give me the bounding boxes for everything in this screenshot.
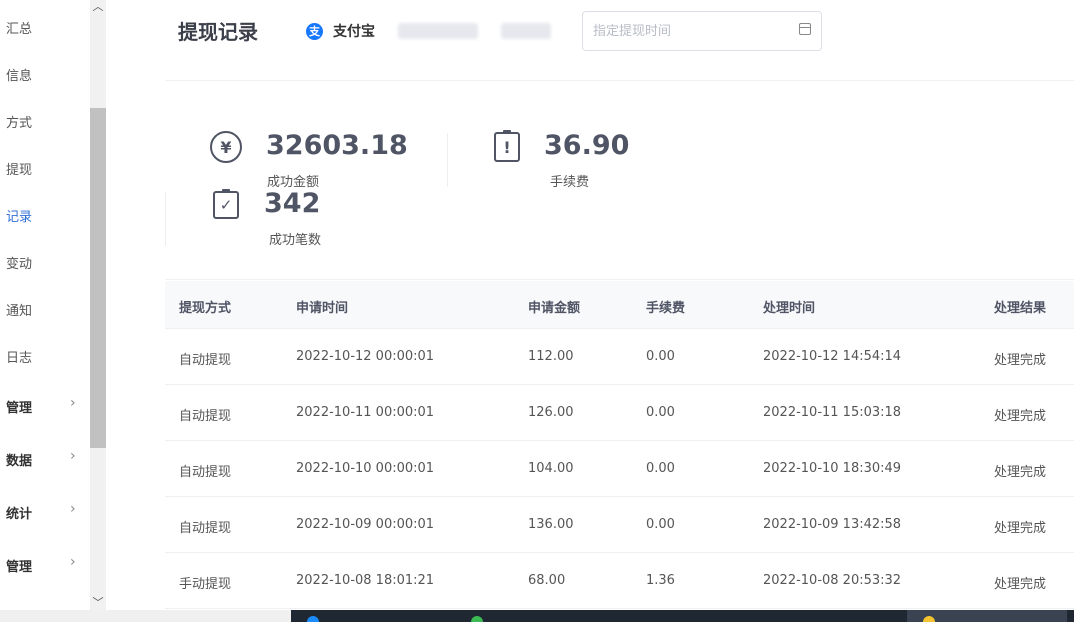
sidebar-group-management-2[interactable]: 管理 › <box>0 550 90 580</box>
cell-apply-time: 2022-10-10 00:00:01 <box>296 461 435 476</box>
stat-divider <box>447 133 448 187</box>
success-amount-value: 32603.18 <box>266 130 408 161</box>
sidebar-item-logs[interactable]: 日志 <box>0 341 90 371</box>
success-count-value: 342 <box>264 188 321 219</box>
sidebar-item-changes[interactable]: 变动 <box>0 247 90 277</box>
col-header-apply-amount[interactable]: 申请金额 <box>528 297 580 316</box>
col-header-process-time[interactable]: 处理时间 <box>763 297 815 316</box>
cell-method: 自动提现 <box>179 521 232 536</box>
clipboard-alert-icon: ! <box>494 130 520 162</box>
sidebar-group-statistics[interactable]: 统计 › <box>0 497 90 527</box>
col-header-result[interactable]: 处理结果 <box>994 297 1046 316</box>
sidebar-group-management[interactable]: 管理 › <box>0 391 90 421</box>
taskbar-app-icon[interactable] <box>923 616 935 622</box>
cell-apply-amount: 136.00 <box>528 517 574 532</box>
withdraw-records-table: 提现方式 申请时间 申请金额 手续费 处理时间 处理结果 自动提现 2022-1… <box>165 281 1074 609</box>
fee-value: 36.90 <box>544 130 630 161</box>
cell-process-time: 2022-10-09 13:42:58 <box>763 517 902 532</box>
col-header-apply-time[interactable]: 申请时间 <box>296 297 348 316</box>
col-header-fee[interactable]: 手续费 <box>646 297 685 316</box>
account-selector[interactable]: 支 支付宝 <box>306 21 551 41</box>
header-divider <box>165 80 1074 81</box>
stats-divider <box>165 279 1074 280</box>
taskbar-background <box>291 610 1074 622</box>
chevron-right-icon: › <box>70 395 76 411</box>
chevron-right-icon: › <box>70 554 76 570</box>
cell-process-time: 2022-10-11 15:03:18 <box>763 405 902 420</box>
account-name: 支付宝 <box>333 24 375 40</box>
clipboard-check-icon: ✓ <box>213 189 239 219</box>
redacted-block <box>398 23 478 39</box>
cell-result: 处理完成 <box>994 353 1047 368</box>
redacted-block <box>501 23 551 39</box>
taskbar-active-app[interactable] <box>907 610 1067 622</box>
cell-fee: 0.00 <box>646 461 675 476</box>
fee-label: 手续费 <box>550 175 590 190</box>
sidebar-item-method[interactable]: 方式 <box>0 106 90 136</box>
cell-apply-time: 2022-10-11 00:00:01 <box>296 405 435 420</box>
scroll-up-icon[interactable]: ︿ <box>90 0 106 13</box>
chevron-right-icon: › <box>70 501 76 517</box>
table-row[interactable]: 手动提现 2022-10-08 18:01:21 68.00 1.36 2022… <box>165 553 1074 609</box>
cell-fee: 0.00 <box>646 349 675 364</box>
cell-fee: 0.00 <box>646 517 675 532</box>
date-filter-input[interactable] <box>593 21 783 41</box>
table-row[interactable]: 自动提现 2022-10-11 00:00:01 126.00 0.00 202… <box>165 385 1074 441</box>
cell-apply-amount: 126.00 <box>528 405 574 420</box>
taskbar-app-icon[interactable] <box>307 616 319 622</box>
sidebar-item-withdraw[interactable]: 提现 <box>0 153 90 183</box>
col-header-method[interactable]: 提现方式 <box>179 297 231 316</box>
cell-result: 处理完成 <box>994 577 1047 592</box>
cell-method: 手动提现 <box>179 577 232 592</box>
cell-fee: 0.00 <box>646 405 675 420</box>
cell-apply-amount: 68.00 <box>528 573 566 588</box>
cell-process-time: 2022-10-12 14:54:14 <box>763 349 902 364</box>
table-row[interactable]: 自动提现 2022-10-09 00:00:01 136.00 0.00 202… <box>165 497 1074 553</box>
sidebar-item-withdraw-records[interactable]: 记录 <box>0 200 90 230</box>
date-filter[interactable] <box>582 11 822 51</box>
sidebar-item-info[interactable]: 信息 <box>0 59 90 89</box>
cell-apply-time: 2022-10-09 00:00:01 <box>296 517 435 532</box>
chevron-right-icon: › <box>70 448 76 464</box>
page-title: 提现记录 <box>178 20 258 44</box>
table-row[interactable]: 自动提现 2022-10-10 00:00:01 104.00 0.00 202… <box>165 441 1074 497</box>
cell-result: 处理完成 <box>994 521 1047 536</box>
cell-apply-time: 2022-10-08 18:01:21 <box>296 573 435 588</box>
yuan-coin-icon: ¥ <box>210 131 242 163</box>
scroll-down-icon[interactable]: ﹀ <box>90 594 106 609</box>
calendar-icon[interactable] <box>799 23 811 35</box>
cell-method: 自动提现 <box>179 353 232 368</box>
alipay-icon: 支 <box>306 22 323 40</box>
os-taskbar <box>0 610 1074 622</box>
stat-divider <box>165 192 166 246</box>
table-row[interactable]: 自动提现 2022-10-12 00:00:01 112.00 0.00 202… <box>165 329 1074 385</box>
taskbar-app-icon[interactable] <box>471 616 483 622</box>
cell-method: 自动提现 <box>179 409 232 424</box>
sidebar-scrollbar[interactable]: ︿ ﹀ <box>90 0 106 610</box>
cell-result: 处理完成 <box>994 465 1047 480</box>
cell-method: 自动提现 <box>179 465 232 480</box>
cell-process-time: 2022-10-08 20:53:32 <box>763 573 902 588</box>
cell-apply-time: 2022-10-12 00:00:01 <box>296 349 435 364</box>
sidebar-group-data[interactable]: 数据 › <box>0 444 90 474</box>
cell-apply-amount: 112.00 <box>528 349 574 364</box>
cell-result: 处理完成 <box>994 409 1047 424</box>
table-header: 提现方式 申请时间 申请金额 手续费 处理时间 处理结果 <box>165 281 1074 329</box>
sidebar-item-summary[interactable]: 汇总 <box>0 12 90 42</box>
cell-process-time: 2022-10-10 18:30:49 <box>763 461 902 476</box>
cell-apply-amount: 104.00 <box>528 461 574 476</box>
scrollbar-thumb[interactable] <box>90 108 106 448</box>
success-count-label: 成功笔数 <box>269 233 322 248</box>
sidebar-item-notifications[interactable]: 通知 <box>0 294 90 324</box>
sidebar: 汇总 信息 方式 提现 记录 变动 通知 日志 管理 › 数据 › 统计 › 管… <box>0 0 90 610</box>
cell-fee: 1.36 <box>646 573 675 588</box>
